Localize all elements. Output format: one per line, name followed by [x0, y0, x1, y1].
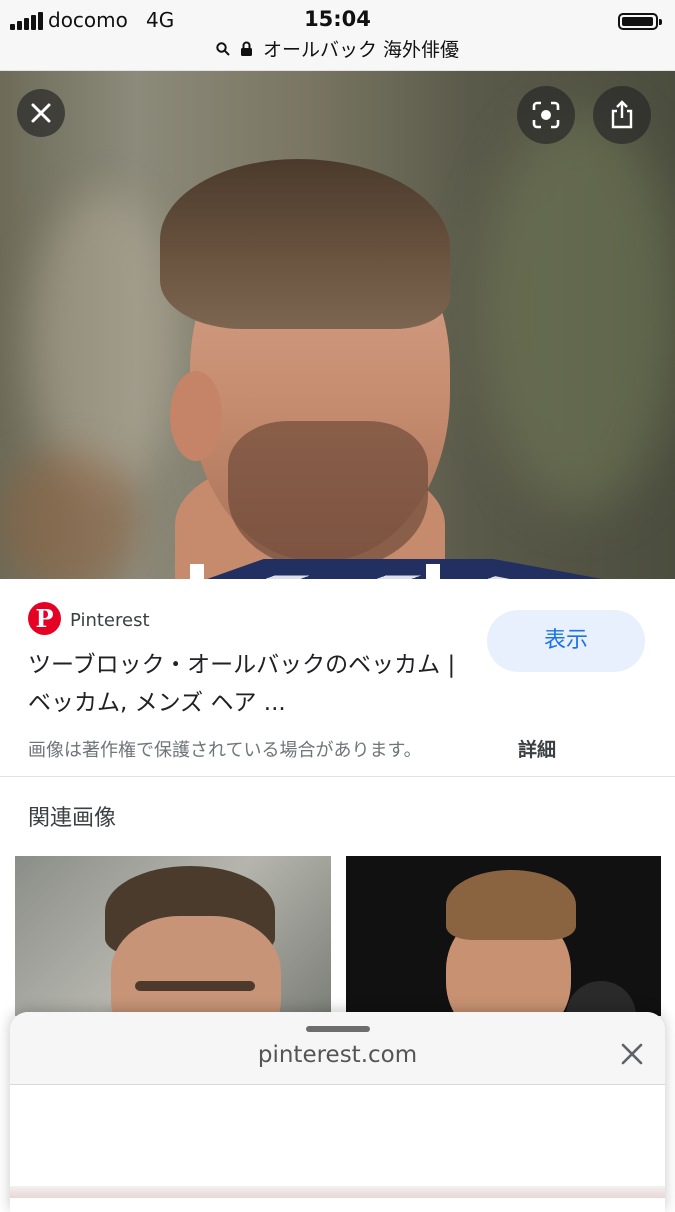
bottom-sheet[interactable]: pinterest.com [10, 1012, 665, 1212]
pinterest-logo-icon: P [28, 602, 61, 635]
share-icon [611, 100, 633, 129]
related-image-thumbnail[interactable] [15, 856, 331, 1016]
details-link[interactable]: 詳細 [518, 735, 556, 762]
related-image-thumbnail[interactable] [346, 856, 661, 1016]
close-icon[interactable] [618, 1040, 646, 1068]
clock: 15:04 [304, 7, 371, 31]
result-title[interactable]: ツーブロック・オールバックのベッカム | ベッカム, メンズ ヘア ... [28, 646, 468, 722]
close-icon [31, 103, 51, 123]
battery-icon [618, 13, 662, 30]
view-button[interactable]: 表示 [487, 610, 645, 672]
ios-status-bar: docomo 4G 15:04 オールバック 海外俳優 [0, 0, 675, 71]
share-button[interactable] [593, 86, 651, 144]
related-images-heading: 関連画像 [28, 806, 117, 831]
drag-handle[interactable] [306, 1026, 370, 1032]
lens-search-button[interactable] [517, 86, 575, 144]
address-bar[interactable]: オールバック 海外俳優 [0, 35, 675, 63]
search-icon [216, 41, 230, 56]
close-preview-button[interactable] [17, 89, 65, 137]
preview-image[interactable] [0, 71, 675, 579]
bottom-sheet-header: pinterest.com [10, 1012, 665, 1085]
source-info: P Pinterest ツーブロック・オールバックのベッカム | ベッカム, メ… [0, 580, 675, 777]
source-site-name[interactable]: Pinterest [70, 610, 150, 631]
address-bar-text: オールバック 海外俳優 [263, 39, 460, 61]
lock-icon [240, 41, 252, 56]
copyright-notice: 画像は著作権で保護されている場合があります。 [28, 740, 422, 761]
sheet-domain: pinterest.com [257, 1042, 418, 1068]
sheet-content-edge [10, 1186, 665, 1198]
lens-icon [532, 101, 560, 129]
